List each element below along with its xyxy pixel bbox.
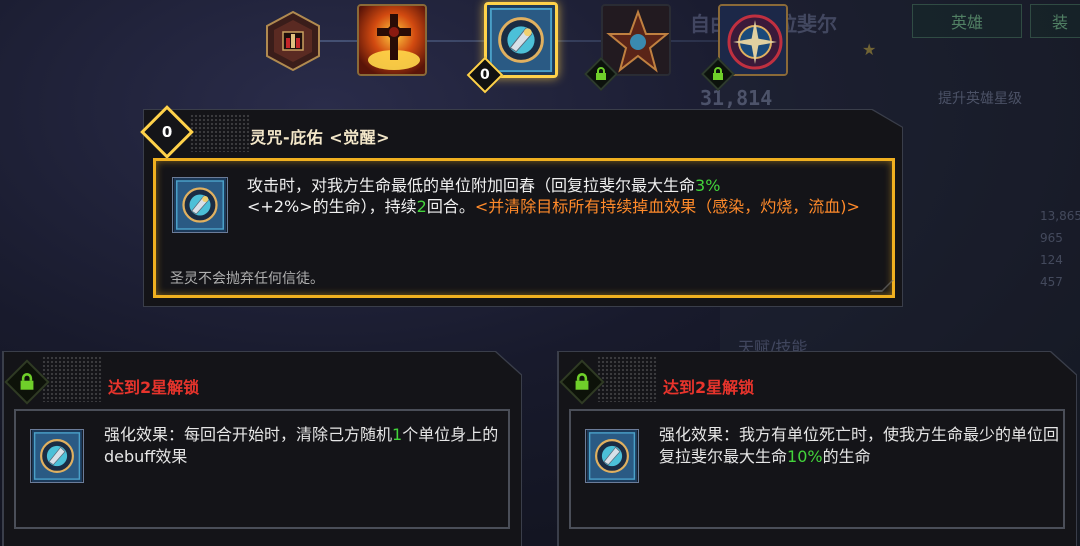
lock-icon — [575, 373, 589, 390]
upgrade-2-description: 强化效果：我方有单位死亡时，使我方生命最少的单位回复拉斐尔最大生命10%的生命 — [659, 424, 1059, 468]
panel-pattern — [597, 356, 657, 402]
blessing-shield-icon — [586, 430, 638, 482]
compass-rune-icon — [720, 6, 786, 74]
panel-pattern — [42, 356, 102, 402]
skill-icon-2[interactable] — [357, 4, 427, 76]
holy-cross-icon — [359, 6, 425, 74]
desc-heal-percent: 10% — [787, 447, 823, 466]
lock-icon — [20, 373, 34, 390]
desc-text: 的生命 — [822, 447, 871, 466]
tab-equipment[interactable]: 装 — [1030, 4, 1080, 38]
upgrade-2-icon — [585, 429, 639, 483]
stat-list: 13,865 965 124 457 — [1040, 205, 1080, 293]
lock-icon — [596, 67, 606, 80]
tooltip-pattern — [190, 114, 250, 152]
helmet-icon — [266, 10, 320, 72]
desc-text: 强化效果：每回合开始时，清除己方随机 — [104, 425, 393, 444]
upgrade-1-icon — [30, 429, 84, 483]
desc-awaken-bonus: <并清除目标所有持续掉血效果（感染，灼烧，流血)> — [474, 197, 860, 216]
desc-bonus: <+2%> — [247, 197, 313, 216]
stat-value: 965 — [1040, 231, 1063, 245]
desc-count: 1 — [392, 425, 403, 444]
upgrade-2-unlock-label: 达到2星解锁 — [663, 378, 755, 397]
skill-description: 攻击时，对我方生命最低的单位附加回春（回复拉斐尔最大生命3% <+2%>的生命），… — [247, 175, 887, 217]
stat-value: 124 — [1040, 253, 1063, 267]
tooltip-skill-icon — [172, 177, 228, 233]
blessing-shield-icon — [173, 178, 227, 232]
upgrade-1-unlock-label: 达到2星解锁 — [108, 378, 200, 397]
blessing-shield-icon — [31, 430, 83, 482]
desc-heal-percent: 3% — [695, 176, 721, 195]
star-sigil-icon — [603, 6, 669, 74]
stat-value: 13,865 — [1040, 209, 1080, 223]
tab-hero[interactable]: 英雄 — [912, 4, 1022, 38]
skill-icon-5-locked[interactable] — [718, 4, 788, 76]
skill-flavor-text: 圣灵不会抛弃任何信徒。 — [170, 271, 324, 287]
star-icon: ★ — [862, 40, 877, 59]
desc-text: 的生命），持续 — [312, 197, 417, 216]
skill-icon-1[interactable] — [264, 10, 322, 72]
lock-icon — [713, 67, 723, 80]
blessing-shield-icon — [487, 5, 555, 75]
skill-icon-4-locked[interactable] — [601, 4, 671, 76]
desc-text: 攻击时，对我方生命最低的单位附加回春（回复拉斐尔最大生命 — [247, 176, 696, 195]
upgrade-star-button[interactable]: 提升英雄星级 — [938, 88, 1022, 108]
desc-turns: 2 — [416, 197, 427, 216]
upgrade-1-description: 强化效果：每回合开始时，清除己方随机1个单位身上的debuff效果 — [104, 424, 504, 468]
skill-title: 灵咒-庇佑 <觉醒> — [250, 128, 391, 147]
power-value: 31,814 — [700, 86, 773, 110]
desc-text: 回合。 — [426, 197, 475, 216]
stat-value: 457 — [1040, 275, 1063, 289]
